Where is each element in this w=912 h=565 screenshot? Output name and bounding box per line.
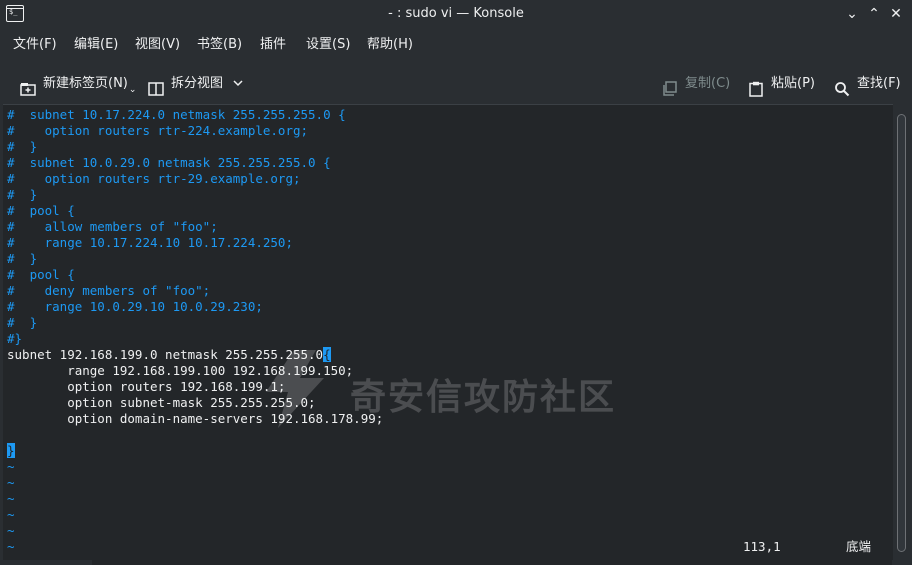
terminal-line: } (7, 443, 383, 459)
new-tab-button[interactable]: 新建标签页(N) ⌄ (20, 66, 136, 102)
terminal-view[interactable]: # subnet 10.17.224.0 netmask 255.255.255… (3, 104, 893, 560)
main-toolbar: 新建标签页(N) ⌄ 拆分视图 复制(C) 粘贴(P) 查找(F) (0, 66, 912, 102)
copy-label: 复制(C) (685, 76, 731, 91)
close-button[interactable]: ✕ (887, 5, 905, 23)
terminal-text: # subnet 10.17.224.0 netmask 255.255.255… (7, 107, 383, 555)
empty-line-marker: ~ (7, 475, 383, 491)
chevron-down-icon (233, 66, 243, 102)
terminal-line: # pool { (7, 267, 383, 283)
text-cursor: } (7, 443, 15, 458)
find-label: 查找(F) (857, 76, 901, 91)
close-icon: ✕ (890, 6, 902, 22)
terminal-line: # range 10.0.29.10 10.0.29.230; (7, 299, 383, 315)
watermark-text: 奇安信攻防社区 (350, 377, 617, 418)
terminal-line: # range 10.17.224.10 10.17.224.250; (7, 235, 383, 251)
terminal-line: # } (7, 139, 383, 155)
terminal-line: # option routers rtr-224.example.org; (7, 123, 383, 139)
title-bar[interactable]: $_ - : sudo vi — Konsole ⌄ ⌃ ✕ (0, 0, 912, 28)
terminal-line: #} (7, 331, 383, 347)
terminal-line: option domain-name-servers 192.168.178.9… (7, 411, 383, 427)
terminal-line-text: # } (7, 187, 38, 202)
terminal-line-text: # } (7, 139, 38, 154)
terminal-line-text: range 192.168.199.100 192.168.199.150; (7, 363, 354, 378)
empty-line-marker: ~ (7, 459, 383, 475)
empty-line-marker: ~ (7, 539, 383, 555)
terminal-line-text: # range 10.17.224.10 10.17.224.250; (7, 235, 293, 250)
search-icon (834, 76, 850, 97)
terminal-line-text: ~ (7, 523, 15, 538)
cursor-position: 113,1 (743, 539, 781, 554)
terminal-line: # } (7, 187, 383, 203)
menu-view[interactable]: 视图(V) (135, 32, 180, 58)
empty-line-marker: ~ (7, 523, 383, 539)
terminal-line-text: # } (7, 251, 38, 266)
matched-bracket: { (323, 347, 331, 362)
konsole-window: $_ - : sudo vi — Konsole ⌄ ⌃ ✕ 文件(F) 编辑(… (0, 0, 912, 565)
terminal-line-text: ~ (7, 491, 15, 506)
window-title: - : sudo vi — Konsole (388, 6, 524, 21)
terminal-line-text: subnet 192.168.199.0 netmask 255.255.255… (7, 347, 324, 362)
terminal-line: option subnet-mask 255.255.255.0; (7, 395, 383, 411)
menu-bookmarks[interactable]: 书签(B) (197, 32, 242, 58)
terminal-line-text: option domain-name-servers 192.168.178.9… (7, 411, 384, 426)
terminal-line: option routers 192.168.199.1; (7, 379, 383, 395)
terminal-line-text: # option routers rtr-29.example.org; (7, 171, 301, 186)
terminal-line-text: # range 10.0.29.10 10.0.29.230; (7, 299, 263, 314)
new-tab-icon (20, 76, 36, 96)
underlying-window-edge (92, 559, 892, 565)
terminal-line-text: # subnet 10.0.29.0 netmask 255.255.255.0… (7, 155, 331, 170)
terminal-line: # } (7, 315, 383, 331)
terminal-line: # allow members of "foo"; (7, 219, 383, 235)
new-tab-label: 新建标签页(N) (43, 76, 128, 91)
maximize-button[interactable]: ⌃ (865, 5, 883, 23)
split-view-icon (148, 76, 164, 96)
empty-line-marker: ~ (7, 491, 383, 507)
scrollbar-thumb[interactable] (897, 114, 906, 552)
terminal-line: range 192.168.199.100 192.168.199.150; (7, 363, 383, 379)
terminal-line: # pool { (7, 203, 383, 219)
terminal-line-text: option subnet-mask 255.255.255.0; (7, 395, 316, 410)
terminal-line-text: ~ (7, 507, 15, 522)
paste-icon (748, 76, 764, 97)
menu-bar: 文件(F) 编辑(E) 视图(V) 书签(B) 插件 设置(S) 帮助(H) (0, 32, 912, 58)
paste-label: 粘贴(P) (771, 76, 815, 91)
chevron-down-icon: ⌄ (128, 85, 137, 95)
menu-plugins[interactable]: 插件 (260, 32, 286, 58)
terminal-line-text: # option routers rtr-224.example.org; (7, 123, 309, 138)
scroll-position: 底端 (846, 539, 872, 554)
terminal-line-text: #} (7, 331, 23, 346)
chevron-up-icon: ⌃ (868, 6, 880, 22)
empty-line-marker: ~ (7, 507, 383, 523)
terminal-line-text: # } (7, 315, 38, 330)
split-view-button[interactable]: 拆分视图 (148, 66, 243, 102)
split-view-label: 拆分视图 (171, 76, 224, 91)
terminal-line-text: # deny members of "foo"; (7, 283, 211, 298)
menu-edit[interactable]: 编辑(E) (74, 32, 118, 58)
chevron-down-icon: ⌄ (846, 6, 858, 22)
minimize-button[interactable]: ⌄ (843, 5, 861, 23)
terminal-line: subnet 192.168.199.0 netmask 255.255.255… (7, 347, 383, 363)
paste-button[interactable]: 粘贴(P) (748, 66, 815, 102)
terminal-scrollbar[interactable] (895, 108, 909, 558)
terminal-line-text: # subnet 10.17.224.0 netmask 255.255.255… (7, 107, 346, 122)
terminal-line-text: ~ (7, 475, 15, 490)
menu-settings[interactable]: 设置(S) (306, 32, 350, 58)
terminal-line: # deny members of "foo"; (7, 283, 383, 299)
terminal-line-text: ~ (7, 539, 15, 554)
terminal-line: # subnet 10.0.29.0 netmask 255.255.255.0… (7, 155, 383, 171)
terminal-line: # } (7, 251, 383, 267)
menu-help[interactable]: 帮助(H) (367, 32, 413, 58)
find-button[interactable]: 查找(F) (834, 66, 901, 102)
copy-button[interactable]: 复制(C) (662, 66, 730, 102)
menu-file[interactable]: 文件(F) (13, 32, 57, 58)
terminal-line: # option routers rtr-29.example.org; (7, 171, 383, 187)
terminal-line-text: option routers 192.168.199.1; (7, 379, 286, 394)
terminal-line-text: ~ (7, 459, 15, 474)
terminal-line-text: # allow members of "foo"; (7, 219, 218, 234)
copy-icon (662, 76, 678, 96)
terminal-line-text: # pool { (7, 203, 75, 218)
terminal-line: # subnet 10.17.224.0 netmask 255.255.255… (7, 107, 383, 123)
terminal-line-text: # pool { (7, 267, 75, 282)
